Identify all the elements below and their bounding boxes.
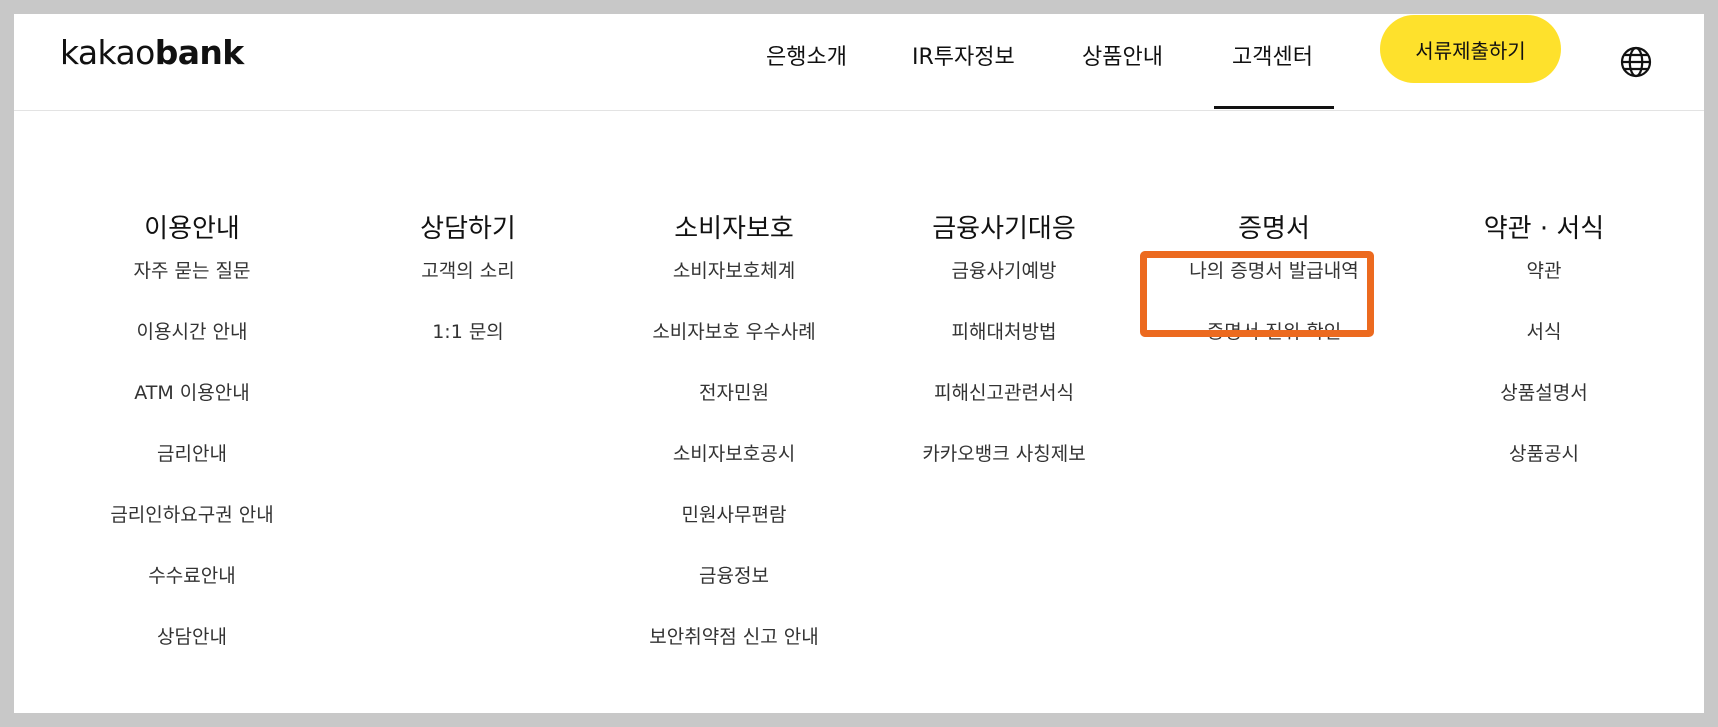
menu-link-hours[interactable]: 이용시간 안내: [42, 321, 342, 344]
menu-link-damage-response[interactable]: 피해대처방법: [854, 321, 1154, 344]
menu-link-protection-disclosure[interactable]: 소비자보호공시: [584, 443, 884, 466]
menu-link-impersonation-report[interactable]: 카카오뱅크 사칭제보: [854, 443, 1154, 466]
logo-part-bank: bank: [154, 33, 245, 72]
menu-link-customer-voice[interactable]: 고객의 소리: [318, 260, 618, 283]
nav-item-products[interactable]: 상품안내: [1082, 45, 1163, 71]
menu-link-interest-rates[interactable]: 금리안내: [42, 443, 342, 466]
menu-link-product-description[interactable]: 상품설명서: [1394, 382, 1694, 405]
menu-link-protection-system[interactable]: 소비자보호체계: [584, 260, 884, 283]
menu-link-report-forms[interactable]: 피해신고관련서식: [854, 382, 1154, 405]
menu-link-product-disclosure[interactable]: 상품공시: [1394, 443, 1694, 466]
menu-link-terms[interactable]: 약관: [1394, 260, 1694, 283]
globe-icon[interactable]: [1619, 45, 1653, 79]
column-title: 상담하기: [420, 214, 516, 244]
menu-link-faq[interactable]: 자주 묻는 질문: [42, 260, 342, 283]
menu-link-forms[interactable]: 서식: [1394, 321, 1694, 344]
logo-part-kakao: kakao: [60, 33, 155, 72]
column-title: 증명서: [1238, 214, 1310, 244]
nav-item-about[interactable]: 은행소개: [766, 45, 847, 71]
column-title: 이용안내: [144, 214, 240, 244]
menu-link-e-complaint[interactable]: 전자민원: [584, 382, 884, 405]
menu-link-rate-cut-request[interactable]: 금리인하요구권 안내: [42, 504, 342, 527]
menu-link-financial-info[interactable]: 금융정보: [584, 565, 884, 588]
nav-item-customer-center[interactable]: 고객센터: [1232, 45, 1313, 71]
kakaobank-logo[interactable]: kakaobank: [60, 32, 244, 75]
menu-link-fraud-prevention[interactable]: 금융사기예방: [854, 260, 1154, 283]
menu-link-complaint-handbook[interactable]: 민원사무편람: [584, 504, 884, 527]
menu-link-one-on-one[interactable]: 1:1 문의: [318, 321, 618, 344]
page-frame: kakaobank 은행소개 IR투자정보 상품안내 고객센터 서류제출하기 이…: [14, 14, 1704, 713]
menu-link-best-practices[interactable]: 소비자보호 우수사례: [584, 321, 884, 344]
submit-documents-button[interactable]: 서류제출하기: [1380, 15, 1561, 83]
menu-link-my-certificate-history[interactable]: 나의 증명서 발급내역: [1124, 260, 1424, 283]
menu-link-consultation[interactable]: 상담안내: [42, 626, 342, 649]
site-header: kakaobank 은행소개 IR투자정보 상품안내 고객센터 서류제출하기: [14, 14, 1704, 111]
menu-link-certificate-verification[interactable]: 증명서 진위 확인: [1124, 321, 1424, 344]
menu-link-vulnerability-report[interactable]: 보안취약점 신고 안내: [584, 626, 884, 649]
menu-link-fees[interactable]: 수수료안내: [42, 565, 342, 588]
nav-item-ir[interactable]: IR투자정보: [912, 45, 1015, 71]
active-nav-underline: [1214, 106, 1334, 109]
column-title: 약관 · 서식: [1483, 214, 1605, 244]
menu-link-atm[interactable]: ATM 이용안내: [42, 382, 342, 405]
column-title: 금융사기대응: [932, 214, 1076, 244]
customer-center-mega-menu: 이용안내 자주 묻는 질문 이용시간 안내 ATM 이용안내 금리안내 금리인하…: [14, 111, 1704, 713]
column-title: 소비자보호: [674, 214, 794, 244]
